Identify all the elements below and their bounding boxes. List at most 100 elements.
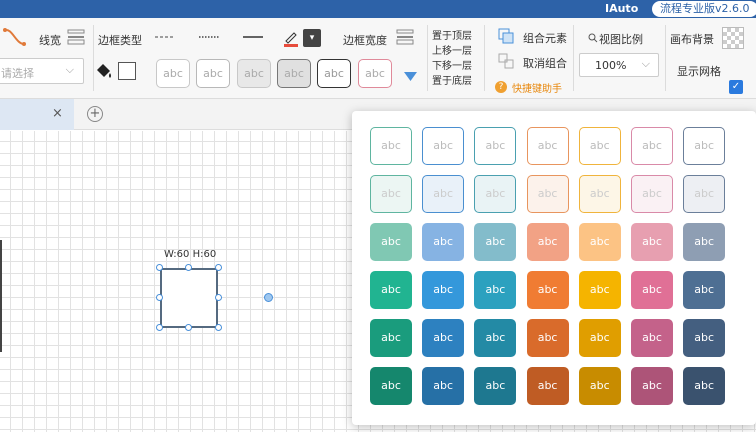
divider [665,25,666,91]
shortcut-helper-link[interactable]: 快捷键助手 [512,80,562,95]
add-tab-button[interactable]: + [87,106,103,122]
divider [484,25,485,91]
style-preset-swatch[interactable]: abc [474,175,517,213]
style-preset-button[interactable]: abc [196,59,230,88]
show-grid-label: 显示网格 [677,65,721,78]
style-preset-swatch[interactable]: abc [526,367,569,405]
style-preset-button[interactable]: abc [277,59,311,88]
style-preset-swatch[interactable]: abc [631,271,673,309]
shape-dimension-label: W:60 H:60 [164,249,217,260]
send-to-back-item[interactable]: 置于底层 [432,72,472,87]
style-preset-swatch[interactable]: abc [578,127,621,165]
style-preset-swatch[interactable]: abc [631,127,673,165]
chevron-down-icon: ⌵ [641,57,650,70]
style-preset-button[interactable]: abc [358,59,392,88]
connector-line-icon[interactable] [2,26,28,50]
style-preset-swatch[interactable]: abc [578,271,621,309]
resize-handle[interactable] [156,294,163,301]
style-preset-button[interactable]: abc [156,59,190,88]
style-preset-swatch[interactable]: abc [422,319,465,357]
style-preset-swatch[interactable]: abc [474,319,517,357]
style-preset-swatch[interactable]: abc [370,127,412,165]
connection-anchor-point[interactable] [264,293,273,302]
style-preset-swatch[interactable]: abc [370,271,412,309]
resize-handle[interactable] [215,294,222,301]
send-backward-item[interactable]: 下移一层 [432,57,472,72]
help-icon[interactable]: ? [495,81,507,93]
style-preset-swatch[interactable]: abc [683,223,726,261]
border-dotted-icon[interactable] [198,32,220,42]
style-preset-swatch[interactable]: abc [526,319,569,357]
resize-handle[interactable] [185,324,192,331]
show-grid-checkbox[interactable]: ✓ [729,80,743,94]
style-preset-swatch[interactable]: abc [578,175,621,213]
style-preset-swatch[interactable]: abc [422,175,465,213]
canvas-background-label: 画布背景 [670,33,714,46]
style-preset-swatch[interactable]: abc [578,223,621,261]
search-icon [588,33,598,43]
style-preset-swatch[interactable]: abc [578,367,621,405]
style-preset-swatch[interactable]: abc [474,271,517,309]
resize-handle[interactable] [156,264,163,271]
group-icon[interactable] [498,28,514,44]
select-placeholder: 请选择 [1,67,34,80]
more-styles-triangle-icon[interactable] [404,72,417,81]
style-preset-swatch[interactable]: abc [474,367,517,405]
bring-forward-item[interactable]: 上移一层 [432,42,472,57]
selected-rectangle-shape[interactable] [160,268,218,328]
version-badge[interactable]: 流程专业版v2.6.0 [652,1,756,17]
line-style-select[interactable]: 请选择 ⌵ [0,58,84,84]
style-preset-swatch[interactable]: abc [370,367,412,405]
toolbar: 线宽 请选择 ⌵ 边框类型 ▾ 边框宽度 abc abc abc abc abc… [0,18,756,99]
resize-handle[interactable] [215,264,222,271]
group-elements-button[interactable]: 组合元素 [523,30,567,46]
style-preset-swatch[interactable]: abc [631,223,673,261]
close-icon[interactable]: × [52,106,63,121]
style-preset-button[interactable]: abc [317,59,351,88]
style-preset-swatch[interactable]: abc [526,175,569,213]
style-preset-swatch[interactable]: abc [474,223,517,261]
style-preset-swatch[interactable]: abc [370,319,412,357]
style-preset-swatch[interactable]: abc [683,175,726,213]
style-preset-swatch[interactable]: abc [526,223,569,261]
style-preset-swatch[interactable]: abc [631,319,673,357]
paint-bucket-icon[interactable] [94,62,114,80]
style-preset-swatch[interactable]: abc [370,223,412,261]
style-preset-swatch[interactable]: abc [422,223,465,261]
style-preset-swatch[interactable]: abc [683,127,726,165]
style-preset-swatch[interactable]: abc [631,175,673,213]
resize-handle[interactable] [156,324,163,331]
line-width-label: 线宽 [39,34,61,47]
document-tab[interactable]: × [0,99,74,130]
canvas-background-swatch[interactable] [722,27,744,49]
zoom-select[interactable]: 100% ⌵ [579,53,659,77]
style-preset-swatch[interactable]: abc [631,367,673,405]
style-preset-swatch[interactable]: abc [526,271,569,309]
border-color-icon[interactable] [283,29,299,47]
ungroup-icon[interactable] [498,53,514,69]
style-preset-swatch[interactable]: abc [683,319,726,357]
bring-to-front-item[interactable]: 置于顶层 [432,27,472,42]
border-solid-icon[interactable] [242,32,264,42]
style-preset-swatch[interactable]: abc [474,127,517,165]
style-preset-button[interactable]: abc [237,59,271,88]
style-preset-swatch[interactable]: abc [370,175,412,213]
resize-handle[interactable] [215,324,222,331]
resize-handle[interactable] [185,264,192,271]
style-preset-swatch[interactable]: abc [422,127,465,165]
chevron-down-icon: ⌵ [65,63,74,76]
style-preset-swatch[interactable]: abc [683,271,726,309]
border-width-icon[interactable] [396,29,414,45]
style-preset-swatch[interactable]: abc [422,367,465,405]
border-color-dropdown[interactable]: ▾ [303,29,321,47]
style-preset-swatch[interactable]: abc [683,367,726,405]
canvas-shape-edge [0,240,2,352]
style-preset-swatch[interactable]: abc [578,319,621,357]
app-name: IAuto [605,2,639,15]
fill-color-swatch[interactable] [118,62,136,80]
line-width-icon[interactable] [67,29,85,45]
style-preset-swatch[interactable]: abc [422,271,465,309]
style-preset-swatch[interactable]: abc [526,127,569,165]
ungroup-button[interactable]: 取消组合 [523,55,567,71]
border-dashed-icon[interactable] [154,32,176,42]
